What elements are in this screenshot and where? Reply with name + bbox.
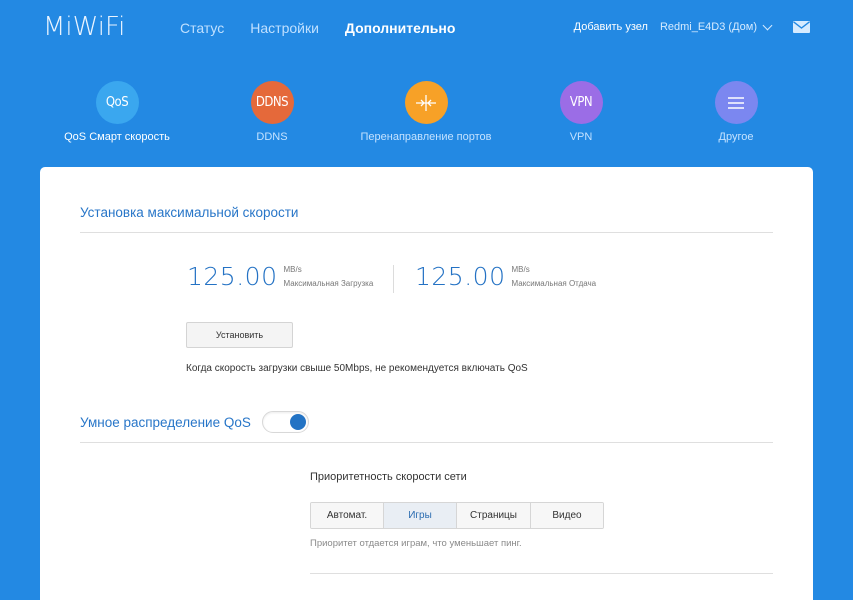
download-speed: 125.00 MB/s Максимальная Загрузка <box>187 262 373 291</box>
qos-icon: QoS <box>95 81 139 124</box>
content-panel: Установка максимальной скорости 125.00 M… <box>40 167 813 600</box>
download-meta: MB/s Максимальная Загрузка <box>283 265 373 288</box>
priority-option-video[interactable]: Видео <box>531 503 603 528</box>
port-forwarding-icon <box>404 81 448 124</box>
vpn-icon: VPN <box>559 81 603 124</box>
feature-qos[interactable]: QoS QoS Смарт скорость <box>42 81 192 143</box>
speed-divider <box>393 265 394 293</box>
download-value: 125.00 <box>187 262 278 291</box>
max-speed-title: Установка максимальной скорости <box>80 205 299 220</box>
router-selector[interactable]: Redmi_E4D3 (Дом) <box>659 20 773 33</box>
feature-qos-label: QoS Смарт скорость <box>64 131 170 143</box>
nav-advanced[interactable]: Дополнительно <box>345 20 455 36</box>
nav-settings[interactable]: Настройки <box>250 20 319 36</box>
upload-caption: Максимальная Отдача <box>511 279 597 288</box>
divider <box>80 232 773 233</box>
upload-speed: 125.00 MB/s Максимальная Отдача <box>415 262 596 291</box>
priority-note: Приоритет отдается играм, что уменьшает … <box>310 538 522 549</box>
priority-option-games[interactable]: Игры <box>384 503 457 528</box>
divider <box>80 442 773 443</box>
qos-hint-text: Когда скорость загрузки свыше 50Mbps, не… <box>186 363 528 374</box>
feature-ddns-label: DDNS <box>256 131 288 143</box>
feature-row: QoS QoS Смарт скорость DDNS DDNS Перенап… <box>0 81 853 151</box>
upload-value: 125.00 <box>415 262 506 291</box>
feature-vpn-label: VPN <box>569 131 593 143</box>
chevron-down-icon <box>762 20 773 30</box>
toggle-knob <box>290 414 306 430</box>
set-speed-button[interactable]: Установить <box>186 322 293 348</box>
router-name-label: Redmi_E4D3 (Дом) <box>659 21 757 33</box>
header-actions: Добавить узел Redmi_E4D3 (Дом) <box>574 20 810 33</box>
priority-option-auto[interactable]: Автомат. <box>311 503 384 528</box>
feature-port-forwarding[interactable]: Перенаправление портов <box>351 81 501 143</box>
priority-segmented-control: Автомат. Игры Страницы Видео <box>310 502 604 529</box>
top-header: MiWiFi Статус Настройки Дополнительно До… <box>0 0 853 60</box>
add-node-link[interactable]: Добавить узел <box>574 21 648 33</box>
feature-ddns[interactable]: DDNS DDNS <box>197 81 347 143</box>
qos-toggle[interactable] <box>262 411 309 433</box>
nav-status[interactable]: Статус <box>180 20 224 36</box>
feature-vpn[interactable]: VPN VPN <box>506 81 656 143</box>
mail-icon[interactable] <box>793 21 810 33</box>
priority-option-pages[interactable]: Страницы <box>457 503 531 528</box>
upload-unit: MB/s <box>511 265 530 274</box>
feature-other[interactable]: Другое <box>661 81 811 143</box>
main-nav: Статус Настройки Дополнительно <box>180 20 455 36</box>
miwifi-logo[interactable]: MiWiFi <box>43 12 125 42</box>
download-caption: Максимальная Загрузка <box>283 279 374 288</box>
download-unit: MB/s <box>283 265 302 274</box>
divider <box>310 573 773 574</box>
smart-qos-title: Умное распределение QoS <box>80 415 251 430</box>
ddns-icon: DDNS <box>250 81 294 124</box>
menu-icon <box>714 81 758 124</box>
feature-port-forwarding-label: Перенаправление портов <box>360 131 492 143</box>
feature-other-label: Другое <box>718 131 754 143</box>
upload-meta: MB/s Максимальная Отдача <box>511 265 596 288</box>
priority-title: Приоритетность скорости сети <box>310 471 467 483</box>
